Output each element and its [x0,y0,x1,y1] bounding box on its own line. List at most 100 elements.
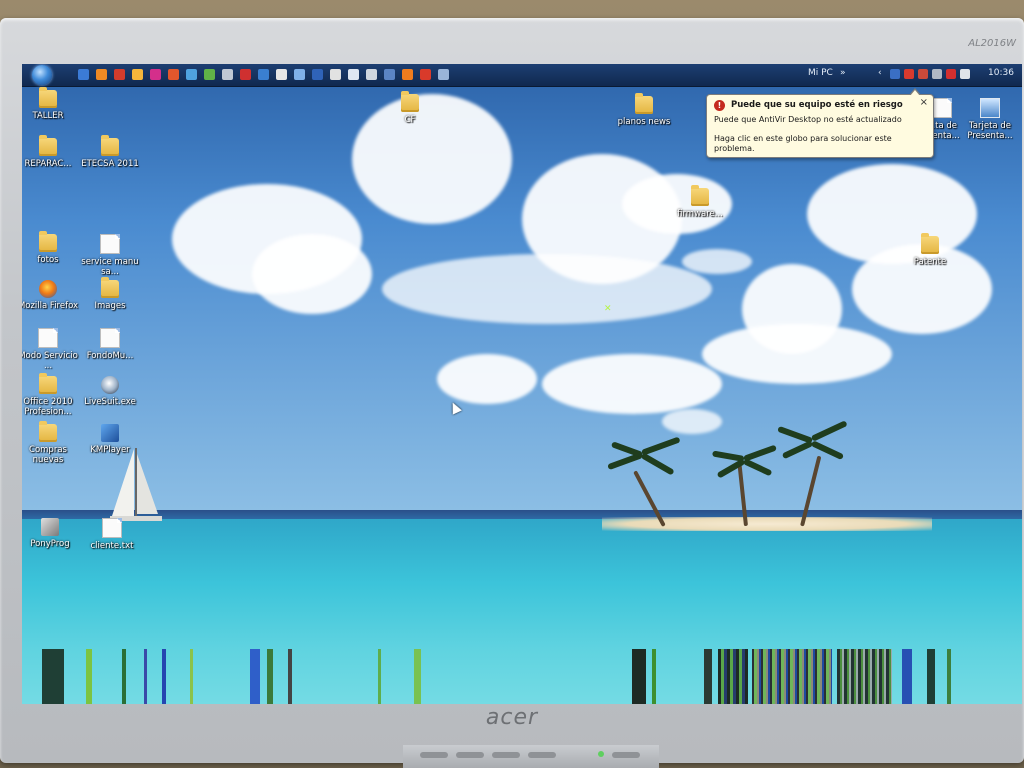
quicklaunch-icon[interactable] [240,69,251,80]
quicklaunch-icon[interactable] [294,69,305,80]
desktop-icon-label: FondoMu... [86,351,134,361]
desktop-icon-service-manu[interactable]: service manu sa... [78,234,142,277]
desktop-icon-office-2010[interactable]: Office 2010 Profesion... [22,373,80,417]
volume-tray-icon[interactable] [960,69,970,79]
desktop-icon-label: service manu sa... [81,257,139,277]
start-button[interactable] [32,65,52,85]
sailboat [110,448,162,521]
desktop-icon-label: REPARAC... [24,159,72,169]
quicklaunch-icon[interactable] [348,69,359,80]
desktop-icon-ponyprog[interactable]: PonyProg [22,518,82,549]
toolbar-expand-icon[interactable]: » [840,68,846,78]
mi-pc-toolbar-label[interactable]: Mi PC [808,68,833,78]
cloud [542,354,722,414]
monitor-button-2[interactable] [456,752,484,758]
cloud [742,264,842,354]
desktop-screen: Mi PC » ‹ 10:36 TALLER REPARAC... ETECSA… [22,64,1022,704]
green-x-marker-icon: ✕ [604,304,612,314]
folder-icon [39,373,57,394]
monitor-button-3[interactable] [492,752,520,758]
desktop-icon-livesuit[interactable]: LiveSuit.exe [78,376,142,407]
quicklaunch-icon[interactable] [258,69,269,80]
tray-icon[interactable] [946,69,956,79]
desktop-icon-reparac[interactable]: REPARAC... [22,135,80,169]
quicklaunch-icon[interactable] [366,69,377,80]
desktop-icon-label: KMPlayer [90,445,130,455]
clock[interactable]: 10:36 [988,68,1014,78]
desktop-icon-images[interactable]: Images [78,277,142,311]
antivir-tray-icon[interactable] [918,69,928,79]
quicklaunch-icon[interactable] [78,69,89,80]
cloud [382,254,712,324]
tray-icon[interactable] [904,69,914,79]
desktop-icon-tarjeta-presentacion[interactable]: Tarjeta de Presenta... [958,98,1022,141]
kmplayer-icon [101,424,119,442]
quicklaunch-icon[interactable] [96,69,107,80]
desktop-icon-firmware[interactable]: firmware... [668,185,732,219]
folder-icon [921,233,939,254]
close-icon[interactable]: × [920,97,928,108]
document-icon [932,98,952,118]
desktop-icon-taller[interactable]: TALLER [22,87,80,121]
quicklaunch-icon[interactable] [168,69,179,80]
ponyprog-icon [41,518,59,536]
folder-icon [39,231,57,252]
desktop-icon-fotos[interactable]: fotos [22,231,80,265]
quicklaunch-icon[interactable] [204,69,215,80]
desktop-icon-label: Patente [913,257,947,267]
display-glitch-stripes [22,649,1022,704]
desktop-icon-label: firmware... [677,209,723,219]
desktop-icon-planos-news[interactable]: planos news [612,93,676,127]
antivir-warning-balloon[interactable]: ! Puede que su equipo esté en riesgo × P… [706,88,934,158]
cloud [682,249,752,274]
folder-icon [101,277,119,298]
quicklaunch-icon[interactable] [132,69,143,80]
quicklaunch-icon[interactable] [222,69,233,80]
folder-icon [39,421,57,442]
desktop-icon-compras-nuevas[interactable]: Compras nuevas [22,421,80,465]
image-file-icon [100,328,120,348]
text-file-icon [102,518,122,538]
desktop-icon-label: planos news [617,117,671,127]
monitor-button-1[interactable] [420,752,448,758]
desktop-icon-modo-servicio[interactable]: Modo Servicio ... [22,328,80,371]
folder-icon [101,135,119,156]
monitor-model-label: AL2016W [968,38,1016,49]
balloon-action-text: Haga clic en este globo para solucionar … [714,134,892,153]
quicklaunch-icon[interactable] [150,69,161,80]
quicklaunch-icon[interactable] [438,69,449,80]
quicklaunch-icon[interactable] [276,69,287,80]
desktop-icon-firefox[interactable]: Mozilla Firefox [22,280,80,311]
power-led [598,751,604,757]
desktop-icon-etecsa[interactable]: ETECSA 2011 [78,135,142,169]
network-tray-icon[interactable] [932,69,942,79]
document-icon [100,234,120,254]
power-button[interactable] [612,752,640,758]
quicklaunch-icon[interactable] [312,69,323,80]
desktop-icon-label: Tarjeta de Presenta... [967,121,1013,141]
folder-icon [39,87,57,108]
desktop-icon-cliente-txt[interactable]: cliente.txt [80,518,144,551]
quicklaunch-icon[interactable] [186,69,197,80]
monitor-button-4[interactable] [528,752,556,758]
balloon-title: Puede que su equipo esté en riesgo [731,100,903,110]
quicklaunch-icon[interactable] [402,69,413,80]
shield-warning-icon: ! [714,100,725,111]
wallpaper-island [602,517,932,531]
desktop-icon-label: ETECSA 2011 [81,159,139,169]
quicklaunch-icon[interactable] [114,69,125,80]
quicklaunch-icon[interactable] [384,69,395,80]
desktop-icon-label: TALLER [32,111,64,121]
desktop-icon-kmplayer[interactable]: KMPlayer [78,424,142,455]
image-file-icon [980,98,1000,118]
quicklaunch-icon[interactable] [330,69,341,80]
desktop-icon-label: cliente.txt [90,541,134,551]
desktop-icon-fondomu[interactable]: FondoMu... [78,328,142,361]
quicklaunch-icon[interactable] [420,69,431,80]
desktop-icon-cf[interactable]: CF [378,91,442,125]
folder-icon [39,135,57,156]
tray-expand-icon[interactable]: ‹ [878,68,882,78]
tray-icon[interactable] [890,69,900,79]
desktop-icon-patente[interactable]: Patente [898,233,962,267]
document-icon [38,328,58,348]
